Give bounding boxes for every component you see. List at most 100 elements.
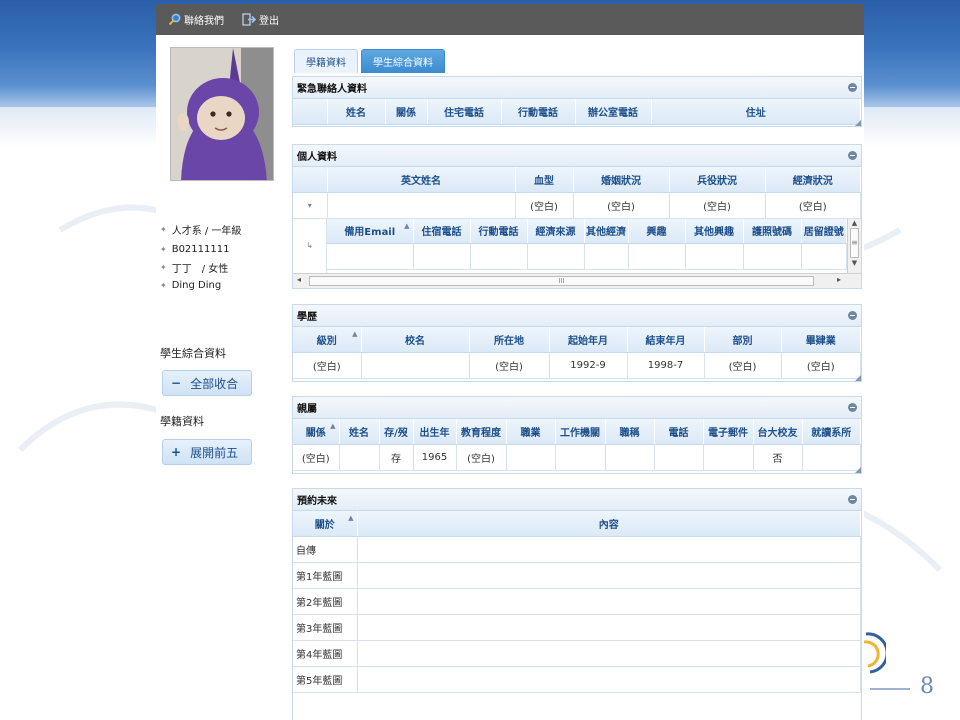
column-header[interactable]: 經濟來源 bbox=[527, 218, 585, 244]
personal-subgrid: ↳ 備用Email ▲ 住宿電話 行動電話 經濟來源 其他經濟 興趣 其他興趣 護… bbox=[293, 218, 861, 273]
column-header[interactable]: 關係 bbox=[385, 99, 428, 125]
scroll-up-icon[interactable]: ▲ bbox=[848, 219, 861, 227]
horizontal-scrollbar[interactable]: ◂ III ▸ bbox=[293, 272, 861, 288]
registry-heading: 學籍資料 bbox=[160, 415, 204, 428]
profile-sidebar: ✦ 人才系 / 一年級 ✦ B02111111 ✦ 丁丁 / 女性 ✦ Ding… bbox=[156, 35, 280, 720]
table-cell: (空白) bbox=[669, 192, 766, 219]
column-header[interactable]: 姓名 bbox=[327, 99, 386, 125]
column-header[interactable]: 其他興趣 bbox=[685, 218, 744, 244]
table-row[interactable]: (空白) (空白) 1992-9 1998-7 (空白) (空白) bbox=[293, 352, 861, 379]
column-header[interactable]: 備用Email ▲ bbox=[327, 218, 414, 244]
column-header[interactable]: 辦公室電話 bbox=[575, 99, 652, 125]
column-header[interactable]: 經濟狀況 bbox=[765, 167, 861, 193]
column-header[interactable]: 行動電話 bbox=[470, 218, 528, 244]
collapse-all-label: 全部收合 bbox=[190, 376, 239, 391]
panel-title: 個人資料 bbox=[297, 152, 337, 163]
column-header[interactable]: 職業 bbox=[506, 419, 556, 445]
column-header[interactable]: 職稱 bbox=[605, 419, 655, 445]
contact-us-link[interactable]: 聯絡我們 bbox=[168, 12, 224, 27]
bullet-icon: ✦ bbox=[160, 263, 167, 272]
name-gender-text: 丁丁 / 女性 bbox=[171, 264, 229, 275]
column-header[interactable]: 存/歿 bbox=[379, 419, 414, 445]
table-cell: 自傳 bbox=[293, 536, 358, 563]
bullet-icon: ✦ bbox=[160, 225, 167, 234]
column-header[interactable]: 行動電話 bbox=[501, 99, 576, 125]
logout-link[interactable]: 登出 bbox=[242, 12, 279, 27]
column-header[interactable]: 就讀系所 bbox=[802, 419, 861, 445]
logout-icon bbox=[242, 13, 256, 26]
column-header[interactable]: 內容 bbox=[357, 511, 861, 537]
collapse-toggle-icon[interactable] bbox=[848, 403, 857, 412]
vertical-scrollbar[interactable]: ▲ ≡ ▼ bbox=[847, 218, 861, 273]
table-cell: 第4年藍圖 bbox=[293, 640, 358, 667]
dept-year-text: 人才系 / 一年級 bbox=[171, 226, 242, 237]
table-cell: 1992-9 bbox=[549, 352, 628, 379]
column-header[interactable]: 住址 bbox=[651, 99, 861, 125]
panel-header: 預約未來 bbox=[293, 489, 861, 511]
column-header[interactable]: 部別 bbox=[704, 327, 782, 353]
collapse-all-button[interactable]: − 全部收合 bbox=[162, 370, 252, 396]
collapse-toggle-icon[interactable] bbox=[848, 311, 857, 320]
resize-handle[interactable] bbox=[855, 375, 861, 381]
table-row[interactable]: 第5年藍圖 bbox=[293, 666, 861, 693]
table-row[interactable]: (空白) 存 1965 (空白) 否 bbox=[293, 444, 861, 471]
column-header[interactable]: 電話 bbox=[654, 419, 704, 445]
table-row[interactable]: 自傳 bbox=[293, 536, 861, 563]
column-header[interactable]: 住宅電話 bbox=[427, 99, 502, 125]
column-header[interactable]: 兵役狀況 bbox=[669, 167, 766, 193]
column-header[interactable]: 電子郵件 bbox=[703, 419, 754, 445]
table-cell: (空白) bbox=[469, 352, 550, 379]
table-row[interactable]: 第1年藍圖 bbox=[293, 562, 861, 589]
column-header[interactable]: 結束年月 bbox=[627, 327, 705, 353]
column-header[interactable]: 校名 bbox=[361, 327, 470, 353]
hscroll-thumb[interactable]: III bbox=[309, 275, 814, 286]
column-header[interactable]: 關係 ▲ bbox=[293, 419, 340, 445]
profile-student-id: ✦ B02111111 bbox=[160, 244, 229, 255]
column-header[interactable]: 出生年 bbox=[413, 419, 457, 445]
table-row[interactable]: 第4年藍圖 bbox=[293, 640, 861, 667]
column-header[interactable]: 關於 ▲ bbox=[293, 511, 358, 537]
column-header[interactable]: 其他經濟 bbox=[584, 218, 629, 244]
column-header[interactable]: 血型 bbox=[515, 167, 574, 193]
table-cell bbox=[605, 444, 655, 471]
table-cell: (空白) bbox=[456, 444, 507, 471]
column-header[interactable]: 畢肄業 bbox=[781, 327, 861, 353]
column-header[interactable]: 級別 ▲ bbox=[293, 327, 362, 353]
personal-info-table: 英文姓名 血型 婚姻狀況 兵役狀況 經濟狀況 ▾ (空白) (空白) (空白) … bbox=[293, 167, 861, 219]
contact-us-label: 聯絡我們 bbox=[184, 16, 224, 27]
column-header[interactable]: 婚姻狀況 bbox=[573, 167, 670, 193]
row-expand-icon[interactable]: ▾ bbox=[293, 192, 328, 219]
table-cell: 存 bbox=[379, 444, 414, 471]
column-header bbox=[293, 99, 328, 125]
table-cell bbox=[339, 444, 380, 471]
collapse-toggle-icon[interactable] bbox=[848, 151, 857, 160]
collapse-toggle-icon[interactable] bbox=[848, 495, 857, 504]
collapse-toggle-icon[interactable] bbox=[848, 83, 857, 92]
column-header[interactable]: 英文姓名 bbox=[327, 167, 516, 193]
column-header[interactable]: 所在地 bbox=[469, 327, 550, 353]
column-header[interactable]: 護照號碼 bbox=[743, 218, 802, 244]
main-content: 學籍資料 學生綜合資料 緊急聯絡人資料 姓名 關係 住宅電話 行動電話 辦公室電… bbox=[292, 35, 864, 720]
summary-heading: 學生綜合資料 bbox=[160, 347, 226, 360]
column-header[interactable]: 居留證號 bbox=[801, 218, 847, 244]
resize-handle[interactable] bbox=[855, 120, 861, 126]
column-header[interactable]: 住宿電話 bbox=[413, 218, 471, 244]
scroll-down-icon[interactable]: ▼ bbox=[848, 259, 861, 267]
column-header[interactable]: 興趣 bbox=[628, 218, 686, 244]
resize-handle[interactable] bbox=[855, 467, 861, 473]
scroll-right-icon[interactable]: ▸ bbox=[837, 275, 841, 284]
column-header[interactable]: 起始年月 bbox=[549, 327, 628, 353]
scroll-left-icon[interactable]: ◂ bbox=[297, 275, 301, 284]
column-header[interactable]: 工作機關 bbox=[555, 419, 606, 445]
table-row[interactable]: 第3年藍圖 bbox=[293, 614, 861, 641]
column-header[interactable]: 教育程度 bbox=[456, 419, 507, 445]
scroll-thumb[interactable]: ≡ bbox=[850, 227, 859, 258]
column-header[interactable]: 台大校友 bbox=[753, 419, 803, 445]
column-header[interactable]: 姓名 bbox=[339, 419, 380, 445]
table-row[interactable]: 第2年藍圖 bbox=[293, 588, 861, 615]
table-row[interactable]: ▾ (空白) (空白) (空白) (空白) bbox=[293, 192, 861, 219]
table-cell bbox=[506, 444, 556, 471]
expand-top-five-button[interactable]: + 展開前五 bbox=[162, 439, 252, 465]
tab-registry[interactable]: 學籍資料 bbox=[294, 49, 358, 73]
tab-student-summary[interactable]: 學生綜合資料 bbox=[361, 49, 445, 73]
